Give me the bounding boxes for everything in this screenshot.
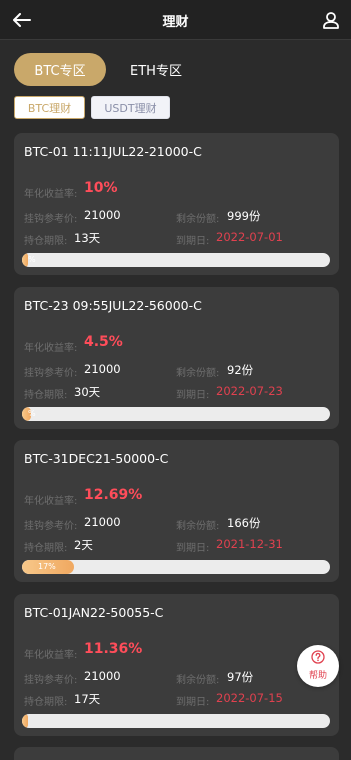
remaining-value: 97份 (227, 670, 254, 684)
period-value: 2天 (74, 538, 93, 552)
due-date: 2022-07-23 (216, 384, 283, 398)
yield-label: 年化收益率: (24, 189, 78, 200)
due-label: 到期日: (176, 697, 210, 708)
product-title: BTC-23 09:55JUL22-56000-C (24, 298, 202, 313)
user-profile-button[interactable] (319, 8, 343, 32)
product-card[interactable] (14, 747, 339, 760)
due-date: 2022-07-01 (216, 230, 283, 244)
help-label: 帮助 (308, 671, 327, 681)
ref-price-label: 挂钩参考价: (24, 675, 78, 686)
progress-bar (22, 714, 330, 728)
help-button[interactable]: 帮助 (297, 645, 339, 687)
progress-text: % (28, 409, 36, 418)
period-label: 持仓期限: (24, 697, 68, 708)
product-title: BTC-01JAN22-50055-C (24, 605, 164, 620)
tab-btc-zone[interactable]: BTC专区 (14, 53, 106, 86)
user-icon (323, 12, 339, 29)
period-label: 持仓期限: (24, 390, 68, 401)
ref-price-label: 挂钩参考价: (24, 521, 78, 532)
ref-price-label: 挂钩参考价: (24, 214, 78, 225)
tab-btc-finance[interactable]: BTC理财 (14, 96, 85, 119)
due-label: 到期日: (176, 390, 210, 401)
progress-text: % (28, 255, 36, 264)
product-card[interactable]: BTC-31DEC21-50000-C 年化收益率: 12.69% 挂钩参考价:… (14, 440, 339, 582)
progress-bar: % (22, 407, 330, 421)
ref-price-label: 挂钩参考价: (24, 368, 78, 379)
remaining-label: 剩余份额: (176, 521, 220, 532)
remaining-value: 92份 (227, 363, 254, 377)
yield-label: 年化收益率: (24, 343, 78, 354)
period-value: 30天 (74, 385, 101, 399)
due-date: 2022-07-15 (216, 691, 283, 705)
yield-label: 年化收益率: (24, 650, 78, 661)
remaining-value: 166份 (227, 516, 261, 530)
product-title: BTC-01 11:11JUL22-21000-C (24, 144, 202, 159)
due-label: 到期日: (176, 543, 210, 554)
period-label: 持仓期限: (24, 236, 68, 247)
progress-bar: 17% (22, 560, 330, 574)
ref-price-value: 21000 (84, 208, 121, 222)
product-card[interactable]: BTC-23 09:55JUL22-56000-C 年化收益率: 4.5% 挂钩… (14, 287, 339, 429)
ref-price-value: 21000 (84, 669, 121, 683)
yield-value: 11.36% (84, 641, 143, 657)
progress-text: 17% (38, 562, 56, 571)
progress-bar: % (22, 253, 330, 267)
due-label: 到期日: (176, 236, 210, 247)
due-date: 2021-12-31 (216, 537, 283, 551)
remaining-label: 剩余份额: (176, 675, 220, 686)
tab-eth-zone[interactable]: ETH专区 (120, 53, 192, 86)
tab-usdt-finance[interactable]: USDT理财 (91, 96, 170, 119)
remaining-label: 剩余份额: (176, 368, 220, 379)
progress-fill (22, 714, 29, 728)
remaining-value: 999份 (227, 209, 261, 223)
app-header: 理财 (0, 0, 351, 40)
yield-value: 4.5% (84, 334, 123, 350)
page-title: 理财 (162, 15, 189, 30)
yield-value: 10% (84, 180, 118, 196)
remaining-label: 剩余份额: (176, 214, 220, 225)
period-value: 13天 (74, 231, 101, 245)
product-title: BTC-31DEC21-50000-C (24, 451, 169, 466)
product-card[interactable]: BTC-01 11:11JUL22-21000-C 年化收益率: 10% 挂钩参… (14, 133, 339, 275)
ref-price-value: 21000 (84, 515, 121, 529)
product-card[interactable]: BTC-01JAN22-50055-C 年化收益率: 11.36% 挂钩参考价:… (14, 594, 339, 736)
question-circle-icon (311, 650, 325, 664)
yield-label: 年化收益率: (24, 496, 78, 507)
yield-value: 12.69% (84, 487, 143, 503)
period-label: 持仓期限: (24, 543, 68, 554)
ref-price-value: 21000 (84, 362, 121, 376)
period-value: 17天 (74, 692, 101, 706)
